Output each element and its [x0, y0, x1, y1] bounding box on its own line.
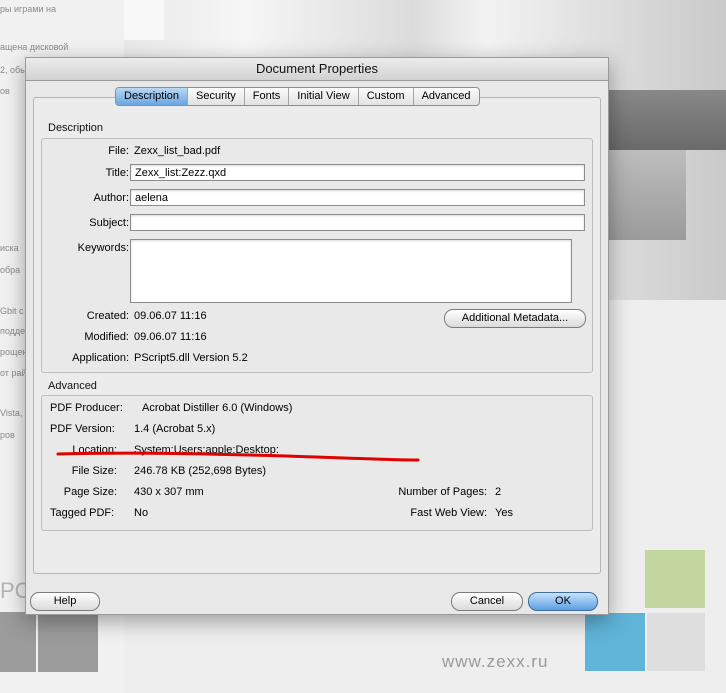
author-label: Author:	[93, 192, 129, 204]
number-of-pages-label: Number of Pages:	[398, 486, 487, 498]
tab-security[interactable]: Security	[188, 88, 245, 105]
author-field[interactable]: aelena	[130, 189, 585, 206]
decor-square-light	[647, 613, 705, 671]
ok-button[interactable]: OK	[528, 592, 598, 611]
file-label: File:	[108, 145, 129, 157]
cancel-button[interactable]: Cancel	[451, 592, 523, 611]
tagged-pdf-label: Tagged PDF:	[50, 507, 115, 519]
additional-metadata-button[interactable]: Additional Metadata...	[444, 309, 586, 328]
decor-square-blue	[585, 613, 645, 671]
tab-content-panel: Description File: Zexx_list_bad.pdf Titl…	[33, 97, 601, 574]
title-field[interactable]: Zexx_list:Zezz.qxd	[130, 164, 585, 181]
application-value: PScript5.dll Version 5.2	[134, 352, 248, 364]
background-text: иска	[0, 243, 19, 253]
created-value: 09.06.07 11:16	[134, 310, 207, 322]
created-label: Created:	[86, 310, 129, 322]
number-of-pages-value: 2	[495, 486, 502, 498]
pdf-version-value: 1.4 (Acrobat 5.x)	[134, 423, 216, 435]
subject-field[interactable]	[130, 214, 585, 231]
advanced-heading: Advanced	[48, 380, 97, 392]
tab-fonts[interactable]: Fonts	[245, 88, 290, 105]
tab-bar: Description Security Fonts Initial View …	[115, 87, 480, 106]
decor-square-green	[645, 550, 705, 608]
document-properties-dialog: Document Properties Description File: Ze…	[25, 57, 609, 615]
website-url: www.zexx.ru	[442, 652, 549, 671]
pdf-version-label: PDF Version:	[50, 423, 115, 435]
red-underline-annotation	[56, 451, 420, 462]
background-text: ры играми на	[0, 4, 56, 14]
tab-advanced[interactable]: Advanced	[414, 88, 479, 105]
application-label: Application:	[72, 352, 129, 364]
title-label: Title:	[105, 167, 129, 179]
tab-description[interactable]: Description	[116, 88, 189, 105]
page-size-label: Page Size:	[63, 486, 117, 498]
background-text: ов	[0, 86, 10, 96]
background-text: от рай	[0, 368, 27, 378]
help-button[interactable]: Help	[30, 592, 100, 611]
pdf-producer-value: Acrobat Distiller 6.0 (Windows)	[142, 402, 293, 414]
tab-custom[interactable]: Custom	[359, 88, 414, 105]
dialog-title: Document Properties	[26, 58, 608, 81]
keywords-label: Keywords:	[77, 242, 129, 254]
description-heading: Description	[48, 122, 104, 134]
background-text: 2, обы	[0, 65, 27, 75]
background-text: ащена дисковой	[0, 42, 69, 52]
background-text: обра	[0, 265, 21, 275]
file-value: Zexx_list_bad.pdf	[134, 145, 221, 157]
fast-web-view-label: Fast Web View:	[410, 507, 487, 519]
description-group: File: Zexx_list_bad.pdf Title: Zexx_list…	[41, 138, 593, 373]
pdf-producer-label: PDF Producer:	[50, 402, 123, 414]
background-shape	[124, 0, 164, 40]
background-text: Vista,	[0, 408, 23, 418]
subject-label: Subject:	[89, 217, 129, 229]
modified-label: Modified:	[84, 331, 129, 343]
fast-web-view-value: Yes	[495, 507, 513, 519]
keywords-field[interactable]	[130, 239, 572, 303]
decor-square-gray	[0, 612, 36, 672]
decor-square-gray	[38, 612, 98, 672]
tab-initial-view[interactable]: Initial View	[289, 88, 359, 105]
page-size-value: 430 x 307 mm	[134, 486, 204, 498]
background-text: ров	[0, 430, 15, 440]
modified-value: 09.06.07 11:16	[134, 331, 207, 343]
tagged-pdf-value: No	[134, 507, 149, 519]
